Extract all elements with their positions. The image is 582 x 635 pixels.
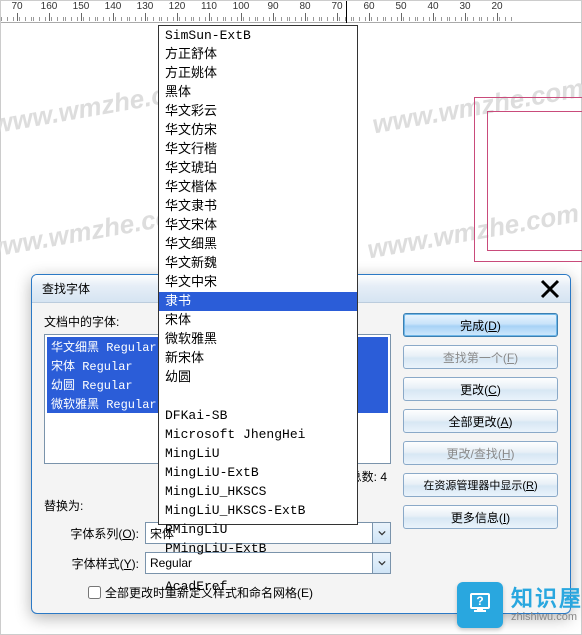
svg-text:?: ? <box>476 594 483 608</box>
dropdown-item[interactable]: DFKai-SB <box>159 406 357 425</box>
more-info-button[interactable]: 更多信息(I) <box>403 505 558 529</box>
ruler-tick: 100 <box>225 1 257 12</box>
ruler-guide <box>346 1 347 23</box>
find-first-button[interactable]: 查找第一个(F) <box>403 345 558 369</box>
dropdown-item[interactable]: 华文仿宋 <box>159 121 357 140</box>
ruler-tick: 120 <box>161 1 193 12</box>
dropdown-item[interactable]: MingLiU-ExtB <box>159 463 357 482</box>
ruler-tick: 60 <box>353 1 385 12</box>
font-family-dropdown[interactable]: SimSun-ExtB方正舒体方正姚体黑体华文彩云华文仿宋华文行楷华文琥珀华文楷… <box>158 25 358 525</box>
dropdown-item[interactable] <box>159 558 357 577</box>
dropdown-item[interactable]: 华文细黑 <box>159 235 357 254</box>
dropdown-item[interactable]: 方正舒体 <box>159 45 357 64</box>
dropdown-item[interactable]: 华文隶书 <box>159 197 357 216</box>
ruler-tick: 50 <box>385 1 417 12</box>
dropdown-item[interactable]: 华文楷体 <box>159 178 357 197</box>
change-button[interactable]: 更改(C) <box>403 377 558 401</box>
brand-name-en: zhishiwu.com <box>511 611 582 623</box>
ruler-tick: 160 <box>33 1 65 12</box>
ruler-tick: 130 <box>129 1 161 12</box>
dropdown-item[interactable]: PMingLiU-ExtB <box>159 539 357 558</box>
dropdown-item[interactable]: 华文彩云 <box>159 102 357 121</box>
reveal-button[interactable]: 在资源管理器中显示(R) <box>403 473 558 497</box>
close-icon[interactable] <box>540 281 560 297</box>
dropdown-item[interactable]: MingLiU_HKSCS-ExtB <box>159 501 357 520</box>
redefine-styles-checkbox[interactable] <box>88 586 101 599</box>
ruler-tick: 30 <box>449 1 481 12</box>
brand-name-cn: 知识屋 <box>511 587 582 611</box>
dropdown-item[interactable] <box>159 387 357 406</box>
dropdown-item[interactable]: MingLiU_HKSCS <box>159 482 357 501</box>
ruler-tick: 90 <box>257 1 289 12</box>
dropdown-item[interactable]: SimSun-ExtB <box>159 26 357 45</box>
font-family-label: 字体系列(O): <box>44 525 139 542</box>
dropdown-item[interactable]: 新宋体 <box>159 349 357 368</box>
ruler-tick: 150 <box>65 1 97 12</box>
dropdown-item[interactable]: 黑体 <box>159 83 357 102</box>
ruler-tick: 40 <box>417 1 449 12</box>
dropdown-item[interactable]: 华文新魏 <box>159 254 357 273</box>
dropdown-item[interactable]: Microsoft JhengHei <box>159 425 357 444</box>
dropdown-item[interactable]: AcadEref <box>159 577 357 596</box>
dropdown-item[interactable]: 隶书 <box>159 292 357 311</box>
dropdown-item[interactable]: 华文宋体 <box>159 216 357 235</box>
ruler-tick: 20 <box>481 1 513 12</box>
done-button[interactable]: 完成(D) <box>403 313 558 337</box>
dropdown-item[interactable]: 宋体 <box>159 311 357 330</box>
ruler-tick: 80 <box>289 1 321 12</box>
dropdown-item[interactable]: PMingLiU <box>159 520 357 539</box>
brand-logo: ? 知识屋 zhishiwu.com <box>457 582 582 628</box>
ruler-tick: 110 <box>193 1 225 12</box>
change-all-button[interactable]: 全部更改(A) <box>403 409 558 433</box>
canvas-rect-inner <box>487 111 582 251</box>
chevron-down-icon[interactable] <box>372 553 390 573</box>
dropdown-item[interactable]: 幼圆 <box>159 368 357 387</box>
ruler-tick: 70 <box>1 1 33 12</box>
ruler-tick: 70 <box>321 1 353 12</box>
dropdown-item[interactable]: MingLiU <box>159 444 357 463</box>
dropdown-item[interactable]: 方正姚体 <box>159 64 357 83</box>
font-style-label: 字体样式(Y): <box>44 555 139 572</box>
dropdown-item[interactable]: 华文琥珀 <box>159 159 357 178</box>
horizontal-ruler: 701601501401301201101009080706050403020 <box>1 1 581 23</box>
dropdown-item[interactable]: 微软雅黑 <box>159 330 357 349</box>
chevron-down-icon[interactable] <box>372 523 390 543</box>
dropdown-item[interactable]: 华文中宋 <box>159 273 357 292</box>
change-find-button[interactable]: 更改/查找(H) <box>403 441 558 465</box>
dialog-title: 查找字体 <box>42 280 90 297</box>
dropdown-item[interactable]: 华文行楷 <box>159 140 357 159</box>
brand-question-icon: ? <box>457 582 503 628</box>
ruler-tick: 140 <box>97 1 129 12</box>
